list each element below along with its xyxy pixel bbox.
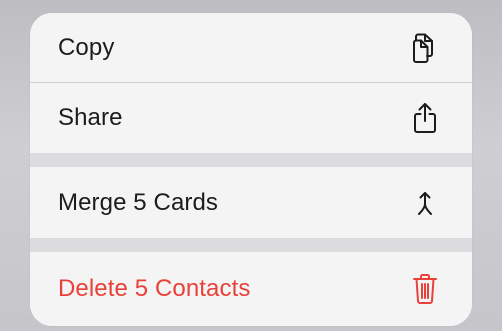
menu-group-divider (30, 153, 472, 167)
menu-item-label: Copy (58, 33, 115, 61)
menu-group-divider (30, 238, 472, 252)
menu-item-delete[interactable]: Delete 5 Contacts (30, 252, 472, 326)
menu-item-copy[interactable]: Copy (30, 13, 472, 82)
menu-item-merge[interactable]: Merge 5 Cards (30, 167, 472, 238)
menu-item-share[interactable]: Share (30, 83, 472, 153)
menu-item-label: Delete 5 Contacts (58, 275, 251, 302)
context-menu: Copy Share Merge 5 Cards Delete 5 Contac… (30, 13, 472, 326)
menu-item-label: Merge 5 Cards (58, 188, 219, 216)
merge-icon (408, 186, 442, 220)
share-icon (408, 101, 442, 135)
menu-item-label: Share (58, 104, 123, 131)
copy-icon (408, 31, 442, 65)
trash-icon (408, 272, 442, 306)
